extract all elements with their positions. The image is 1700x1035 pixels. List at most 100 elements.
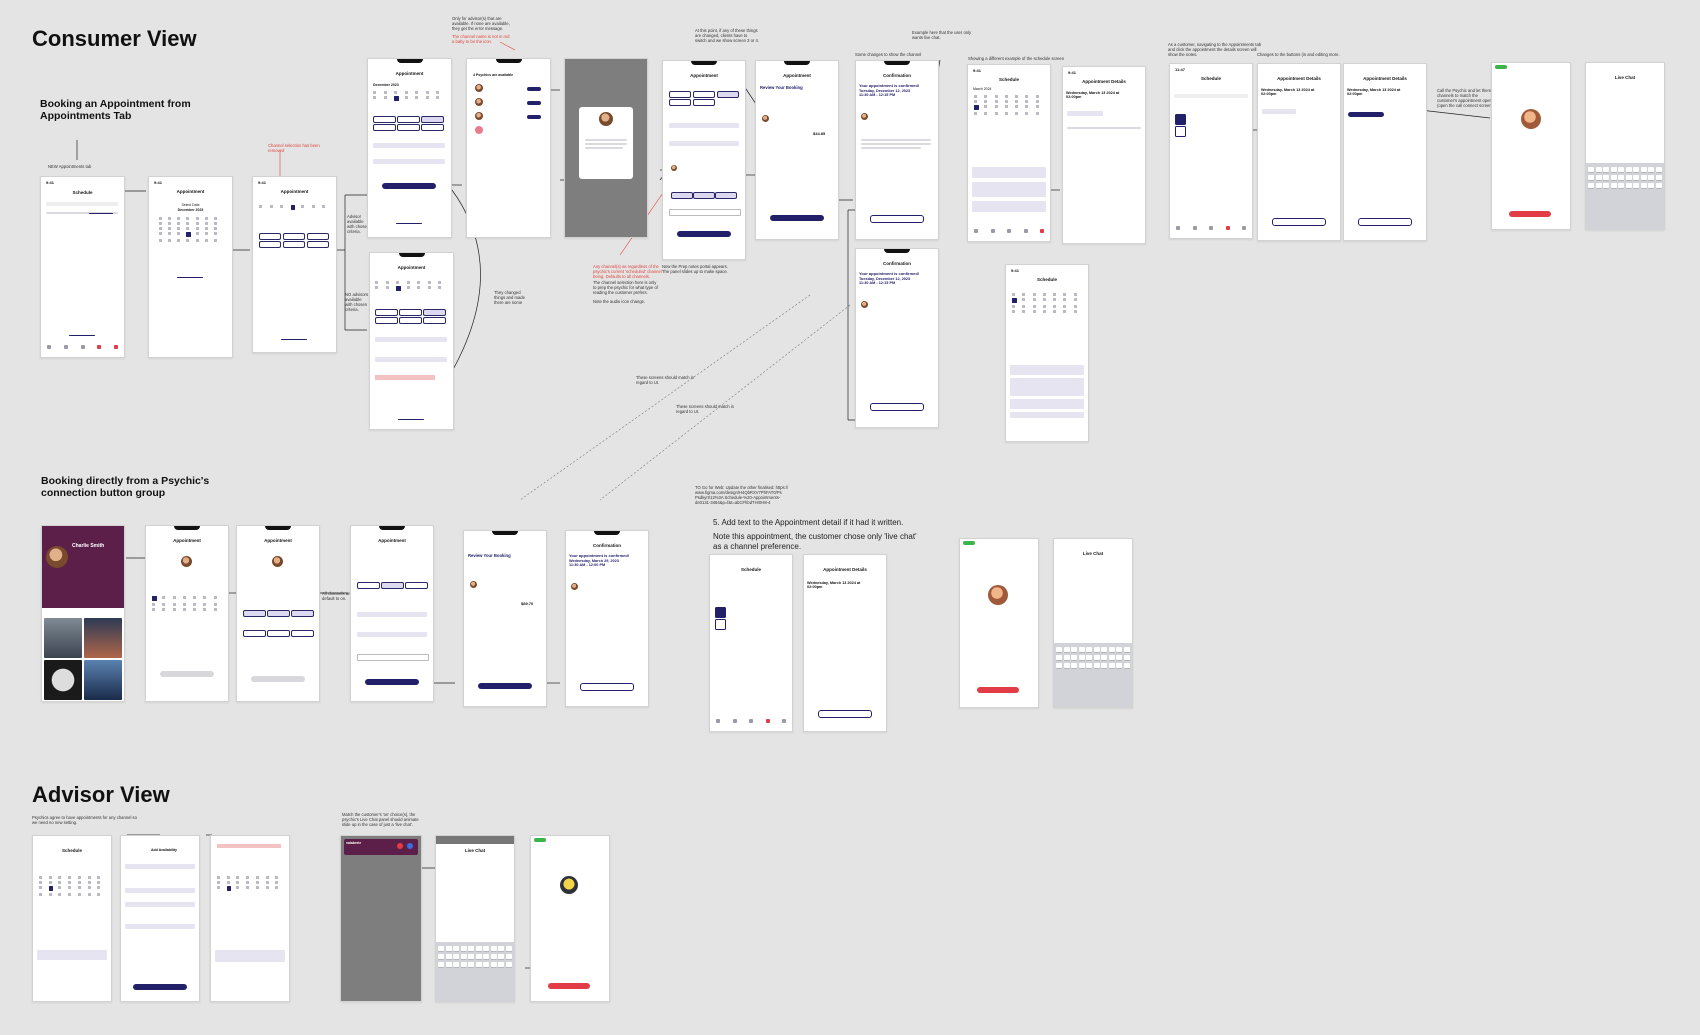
choose-psychic-button[interactable]	[382, 183, 436, 189]
continue-button[interactable]	[677, 231, 731, 237]
pay-book-button[interactable]	[478, 683, 532, 689]
note-match-customer: Match the customer's 'on' choice(s), the…	[342, 812, 419, 827]
continue-button[interactable]	[365, 679, 419, 685]
screen-title: Appointment	[397, 265, 426, 270]
screen-advisor-schedule: Schedule	[32, 835, 112, 1002]
screen-incoming-call	[1491, 62, 1571, 230]
end-call-button[interactable]	[977, 687, 1019, 693]
accept-icon[interactable]	[407, 843, 413, 849]
screen-title: Schedule	[740, 567, 761, 572]
calendar-grid[interactable]	[159, 217, 221, 242]
screen-advisor-call	[530, 835, 610, 1002]
month-label: December 2023	[177, 208, 204, 212]
screen-psychics-list: 4 Psychics are available	[466, 58, 551, 238]
note-channel-not-chosen: The channel name is not in red a baby to…	[452, 34, 510, 44]
calendar-grid[interactable]	[217, 876, 283, 891]
calendar-grid[interactable]	[39, 876, 105, 896]
screen-title: Appointment Details	[1277, 76, 1321, 81]
screen-title: Confirmation	[593, 543, 621, 548]
add-availability-button[interactable]	[133, 984, 187, 990]
screen-title: Live Chat	[1614, 75, 1636, 80]
note-call-psychic: Call the Psychic and let them channels t…	[1437, 88, 1494, 108]
note-new-tab: NEW Appointments tab	[48, 164, 92, 169]
advisor-name: valaberie	[346, 841, 362, 845]
calendar-grid[interactable]	[373, 91, 445, 101]
note-audio-change: Note the audio icon change.	[593, 299, 646, 304]
psychics-available-label: 4 Psychics are available	[473, 73, 514, 77]
avatar	[475, 84, 483, 92]
reschedule-button[interactable]	[818, 710, 872, 718]
confirmed-title: Your appointment is confirmed!	[859, 83, 920, 88]
screen-appt-details-3: Appointment Details Wednesday, March 13 …	[1343, 63, 1427, 241]
pay-book-button[interactable]	[770, 215, 824, 221]
details-date: Wednesday, March 13 2024 at 02:00pm	[807, 581, 861, 589]
end-call-button[interactable]	[1509, 211, 1551, 217]
note-these-screens-2: These screens should match in regard to …	[676, 404, 734, 414]
screen-title: Appointment	[395, 71, 424, 76]
calendar-grid[interactable]	[974, 95, 1044, 115]
screen-advisor-notification: valaberie	[340, 835, 422, 1002]
note-only-advisors: Only for advisor(s) that are available. …	[452, 16, 510, 31]
book-button[interactable]	[527, 87, 541, 91]
decline-icon[interactable]	[397, 843, 403, 849]
screen-add-availability: Add Availability	[120, 835, 200, 1002]
screen-schedule-march: 9:41 Schedule March 2024	[967, 64, 1051, 242]
note-these-screens-1: These screens should match in regard to …	[636, 375, 694, 385]
screen-title: Live Chat	[1082, 551, 1104, 556]
screen-incoming-call-2	[959, 538, 1039, 708]
consumer-view-heading: Consumer View	[32, 26, 197, 51]
screen-title: Appointment	[690, 73, 718, 78]
manage-appointments-button[interactable]	[870, 403, 924, 411]
calendar-grid[interactable]	[1012, 293, 1082, 313]
reschedule-button[interactable]	[1272, 218, 1326, 226]
confirmed-date: Tuesday, December 12, 2023 11:30 AM - 12…	[859, 277, 911, 285]
note-channel-selection-removed: Channel selection has been removed	[268, 143, 320, 153]
screen-title: Appointment	[783, 73, 811, 78]
confirmed-date: Wednesday, March 29, 2023 11:30 AM - 12:…	[569, 559, 619, 567]
screen-title: Appointment Details	[1363, 76, 1407, 81]
screen-appt-details-1: 9:41 Appointment Details Wednesday, Marc…	[1062, 66, 1146, 244]
note-some-changes: Some changes to show the channel	[855, 52, 922, 57]
screen-title: Appointment	[173, 538, 201, 543]
screen-select-date: 9:41 Appointment Select Date December 20…	[148, 176, 233, 358]
screen-title: Appointment	[280, 189, 309, 194]
screen-title: Appointment	[176, 189, 205, 194]
screen-review-booking-2: Review Your Booking $89.70	[463, 530, 547, 707]
screen-title: Appointment Details	[1082, 79, 1126, 84]
note-all-channels: All channels are default to on.	[322, 591, 352, 601]
screen-confirmation-2: Confirmation Your appointment is confirm…	[855, 248, 939, 428]
psychic-detail-modal[interactable]	[579, 107, 633, 179]
screen-psychic-profile: Charlie Smith	[41, 525, 125, 702]
screen-title: Live Chat	[464, 848, 486, 853]
details-date: Wednesday, March 13 2024 at 02:00pm	[1347, 88, 1401, 96]
note-any-channel: Any channel(s) as regardless of the psyc…	[593, 264, 662, 279]
manage-appointments-button[interactable]	[870, 215, 924, 223]
screen-appointment-channels: Appointment	[662, 60, 746, 260]
manage-appointments-button[interactable]	[580, 683, 634, 691]
note-no-advisors: NO advisors available with chosen criter…	[345, 292, 369, 312]
note-example-here: Example here that the user only wants li…	[912, 30, 972, 40]
screen-title: Confirmation	[883, 73, 911, 78]
calendar-grid[interactable]	[375, 281, 447, 291]
reschedule-button[interactable]	[1358, 218, 1412, 226]
price: $44.85	[813, 131, 826, 136]
confirmed-date: Tuesday, December 12, 2023 11:30 AM - 12…	[859, 89, 911, 97]
screen-book-form: Appointment	[350, 525, 434, 702]
screen-appt-details-4: Appointment Details Wednesday, March 13 …	[803, 554, 887, 732]
details-date: Wednesday, March 13 2024 at 02:00pm	[1261, 88, 1315, 96]
screen-confirmation-3: Confirmation Your appointment is confirm…	[565, 530, 649, 707]
calendar-week[interactable]	[259, 205, 331, 210]
screen-schedule-march-2: 9:41 Schedule	[1005, 264, 1089, 442]
select-date-label: Select Date	[181, 203, 200, 207]
screen-title: Schedule	[1036, 277, 1057, 282]
note-psychics-agree: Psychics agree to have appointments for …	[32, 815, 137, 825]
end-call-button[interactable]	[548, 983, 590, 989]
screen-schedule-appointments: 11:47 Schedule	[1169, 63, 1253, 239]
screen-advisor-schedule-2	[210, 835, 290, 1002]
screen-appointment-form: Appointment December 2023	[367, 58, 452, 238]
screen-title: Schedule	[998, 77, 1019, 82]
status-time: 9:41	[46, 180, 55, 185]
confirmed-title: Your appointment is confirmed!	[569, 553, 630, 558]
calendar-grid[interactable]	[152, 596, 222, 611]
screen-confirmation-1: Confirmation Your appointment is confirm…	[855, 60, 939, 240]
